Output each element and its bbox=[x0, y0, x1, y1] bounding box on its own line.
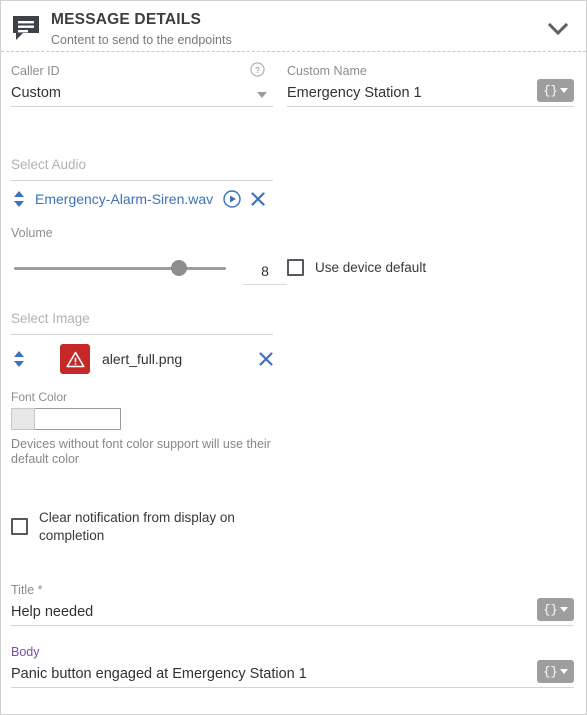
custom-name-label: Custom Name bbox=[287, 64, 367, 78]
image-thumbnail[interactable] bbox=[60, 344, 90, 374]
body-token-button[interactable]: {} bbox=[537, 660, 574, 683]
font-color-control bbox=[11, 408, 273, 430]
panel-body: Caller ID Custom ? Custom Name Emergency… bbox=[1, 52, 586, 688]
body-label: Body bbox=[11, 645, 40, 659]
use-device-default-label: Use device default bbox=[315, 260, 427, 275]
image-file-row: alert_full.png bbox=[11, 335, 273, 380]
custom-name-field[interactable]: Custom Name Emergency Station 1 {} bbox=[287, 52, 574, 107]
volume-slider[interactable]: 8 bbox=[11, 251, 287, 285]
font-color-input[interactable] bbox=[35, 408, 121, 430]
clear-notification-checkbox-row[interactable]: Clear notification from display on compl… bbox=[11, 509, 273, 545]
image-sort-updown-icon[interactable] bbox=[11, 350, 27, 368]
audio-file-row: Emergency-Alarm-Siren.wav bbox=[11, 181, 273, 214]
select-audio-placeholder[interactable]: Select Audio bbox=[11, 155, 273, 181]
audio-section: Select Audio Emergency-Alarm-Siren.wav bbox=[1, 107, 273, 214]
custom-name-value: Emergency Station 1 bbox=[287, 85, 422, 101]
title-token-button[interactable]: {} bbox=[537, 598, 574, 621]
help-circle-icon[interactable]: ? bbox=[250, 62, 265, 77]
body-field[interactable]: Body Panic button engaged at Emergency S… bbox=[11, 633, 574, 688]
caller-id-value: Custom bbox=[11, 85, 61, 101]
audio-remove-close-x-icon[interactable] bbox=[250, 191, 266, 207]
title-label: Title bbox=[11, 583, 574, 598]
caller-id-label: Caller ID bbox=[11, 64, 60, 78]
volume-label: Volume bbox=[11, 226, 53, 240]
body-value: Panic button engaged at Emergency Statio… bbox=[11, 666, 307, 682]
use-device-default-checkbox-row[interactable]: Use device default bbox=[287, 259, 574, 276]
volume-slider-track[interactable] bbox=[14, 260, 226, 276]
clear-notification-section: Clear notification from display on compl… bbox=[1, 467, 273, 545]
header-text-group: MESSAGE DETAILS Content to send to the e… bbox=[51, 11, 544, 48]
use-device-default-checkbox[interactable] bbox=[287, 259, 304, 276]
title-field[interactable]: Title Help needed {} bbox=[11, 571, 574, 626]
play-circle-icon[interactable] bbox=[223, 190, 241, 208]
panel-title: MESSAGE DETAILS bbox=[51, 11, 201, 28]
font-color-help-text: Devices without font color support will … bbox=[11, 437, 271, 466]
caller-id-field[interactable]: Caller ID Custom ? bbox=[11, 52, 273, 107]
audio-file-name[interactable]: Emergency-Alarm-Siren.wav bbox=[35, 190, 213, 208]
message-details-panel: MESSAGE DETAILS Content to send to the e… bbox=[0, 0, 587, 715]
title-value: Help needed bbox=[11, 604, 94, 620]
font-color-swatch-button[interactable] bbox=[11, 408, 35, 430]
token-braces-label: {} bbox=[543, 602, 558, 617]
volume-slider-thumb[interactable] bbox=[171, 260, 188, 276]
clear-notification-label: Clear notification from display on compl… bbox=[39, 510, 235, 543]
token-dropdown-icon bbox=[559, 669, 568, 674]
chevron-down-icon[interactable] bbox=[544, 15, 572, 43]
clear-notification-checkbox[interactable] bbox=[11, 518, 28, 535]
font-color-section: Font Color Devices without font color su… bbox=[1, 380, 273, 467]
warning-triangle-icon bbox=[65, 351, 85, 367]
custom-name-token-button[interactable]: {} bbox=[537, 79, 574, 102]
volume-row: Volume 8 Use device default bbox=[1, 214, 586, 285]
caller-row: Caller ID Custom ? Custom Name Emergency… bbox=[1, 52, 586, 107]
select-image-placeholder[interactable]: Select Image bbox=[11, 309, 273, 335]
panel-header: MESSAGE DETAILS Content to send to the e… bbox=[1, 1, 586, 51]
panel-subtitle: Content to send to the endpoints bbox=[51, 33, 232, 47]
font-color-label: Font Color bbox=[11, 390, 68, 404]
token-dropdown-icon bbox=[559, 88, 568, 93]
image-remove-close-x-icon[interactable] bbox=[258, 351, 274, 367]
image-section: Select Image alert_full.png bbox=[1, 285, 273, 380]
message-bubble-icon bbox=[11, 14, 41, 42]
image-file-name: alert_full.png bbox=[102, 351, 183, 367]
volume-block: Volume 8 bbox=[11, 214, 287, 285]
sort-updown-icon[interactable] bbox=[11, 190, 27, 208]
svg-text:?: ? bbox=[255, 65, 260, 75]
token-dropdown-icon bbox=[559, 607, 568, 612]
body-section: Body Panic button engaged at Emergency S… bbox=[1, 626, 586, 688]
caret-down-icon[interactable] bbox=[257, 92, 267, 98]
title-section: Title Help needed {} bbox=[1, 545, 586, 626]
token-braces-label: {} bbox=[543, 664, 558, 679]
volume-value-input[interactable]: 8 bbox=[243, 263, 287, 285]
token-braces-label: {} bbox=[543, 83, 558, 98]
